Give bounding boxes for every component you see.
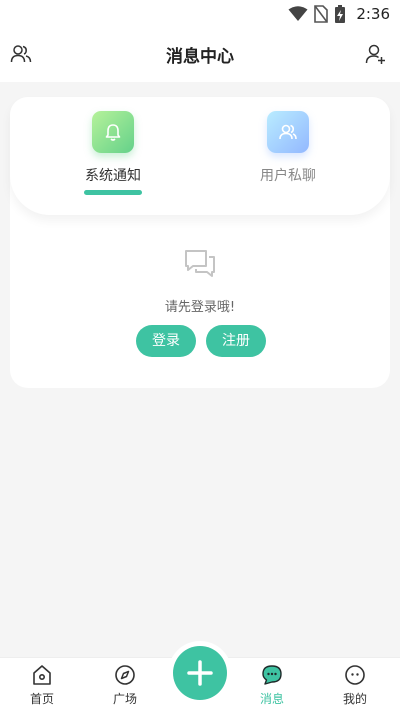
- tab-label: 系统通知: [85, 168, 141, 184]
- no-sim-icon: [314, 5, 329, 23]
- header: 消息中心: [0, 28, 400, 82]
- status-icons: 2:36: [288, 4, 390, 24]
- tab-system-notifications[interactable]: 系统通知: [53, 111, 173, 211]
- message-icon: [262, 665, 282, 685]
- page-title: 消息中心: [166, 47, 234, 67]
- add-friend-icon[interactable]: [364, 43, 386, 65]
- nav-label: 首页: [29, 692, 54, 706]
- status-bar: 2:36: [0, 0, 400, 28]
- battery-charging-icon: [335, 5, 346, 23]
- bell-icon: [105, 124, 121, 141]
- active-tab-indicator: [84, 190, 142, 195]
- wifi-icon: [288, 6, 308, 21]
- plus-icon: [187, 660, 213, 686]
- message-card: 系统通知 用户私聊 请先登录哦! 登录 注册: [10, 97, 390, 388]
- tabs-area: 系统通知 用户私聊: [10, 97, 390, 215]
- nav-item-mine[interactable]: 我的: [325, 664, 385, 710]
- login-button[interactable]: 登录: [136, 325, 196, 357]
- nav-label: 消息: [259, 692, 284, 706]
- status-time: 2:36: [356, 5, 390, 23]
- compass-icon: [115, 665, 135, 685]
- create-post-button[interactable]: [173, 646, 227, 700]
- nav-item-square[interactable]: 广场: [95, 664, 155, 710]
- users-icon: [279, 124, 297, 140]
- nav-item-messages[interactable]: 消息: [242, 664, 302, 710]
- tab-private-messages[interactable]: 用户私聊: [228, 111, 348, 211]
- nav-label: 我的: [342, 692, 367, 706]
- nav-item-home[interactable]: 首页: [12, 664, 72, 710]
- login-prompt-text: 请先登录哦!: [164, 300, 236, 315]
- nav-label: 广场: [112, 692, 137, 706]
- tab-icon-bg: [267, 111, 309, 153]
- home-icon: [33, 665, 51, 685]
- chat-bubbles-icon: [185, 250, 215, 277]
- tab-icon-bg: [92, 111, 134, 153]
- tab-label: 用户私聊: [260, 168, 316, 184]
- profile-face-icon: [345, 665, 365, 685]
- register-button[interactable]: 注册: [206, 325, 266, 357]
